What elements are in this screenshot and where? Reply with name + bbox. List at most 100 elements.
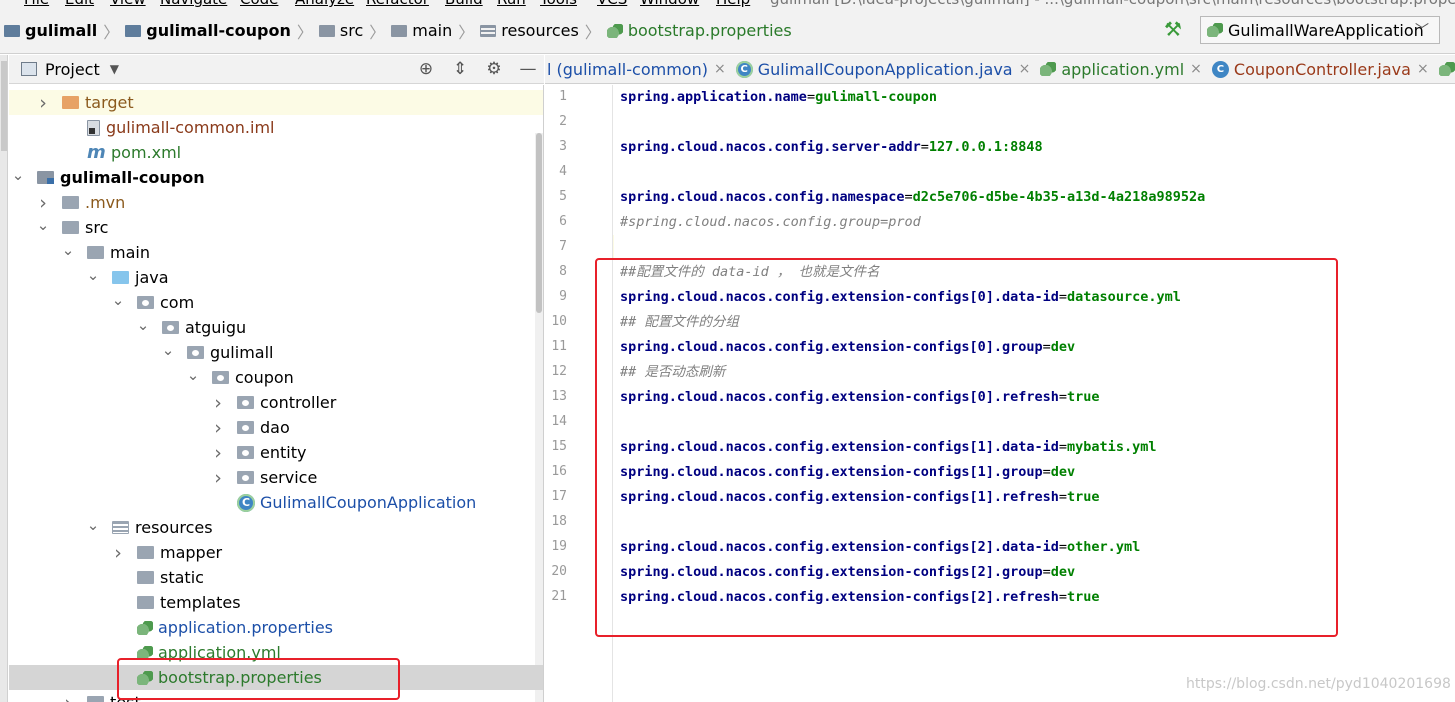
menu-item[interactable]: Refactor (366, 0, 429, 8)
tree-row[interactable]: ⌄ src (9, 215, 543, 240)
tree-row[interactable]: ⌄ gulimall-coupon (9, 165, 543, 190)
tree-row[interactable]: ⌄ gulimall (9, 340, 543, 365)
chevron-down-icon[interactable]: ⌄ (136, 316, 150, 334)
chevron-down-icon[interactable]: ⌄ (111, 291, 125, 309)
tree-row[interactable]: ⌄ java (9, 265, 543, 290)
chevron-right-icon[interactable]: › (211, 467, 225, 489)
breadcrumb-separator: 〉 (103, 22, 120, 42)
menu-item[interactable]: Help (716, 0, 750, 8)
code-line[interactable]: spring.application.name=gulimall-coupon (620, 85, 937, 110)
tree-row[interactable]: › service (9, 465, 543, 490)
left-tool-stripe[interactable] (0, 55, 8, 702)
line-number: 11 (551, 339, 567, 354)
line-number: 7 (559, 239, 567, 254)
dropdown-arrow-icon[interactable]: ▼ (110, 62, 119, 76)
menu-item[interactable]: Analyze (295, 0, 354, 8)
tree-row-label: application.properties (158, 618, 333, 637)
line-number: 4 (559, 164, 567, 179)
menu-item[interactable]: Tools (540, 0, 577, 8)
menu-item[interactable]: View (110, 0, 146, 8)
chevron-down-icon[interactable]: ⌄ (36, 216, 50, 234)
folder-icon (125, 24, 142, 37)
tree-row-label: templates (160, 593, 241, 612)
tree-row[interactable]: › mapper (9, 540, 543, 565)
line-number: 18 (551, 514, 567, 529)
tree-row[interactable]: › controller (9, 390, 543, 415)
close-icon[interactable]: × (714, 61, 726, 77)
menu-item[interactable]: Code (240, 0, 278, 8)
menu-item[interactable]: VCS (597, 0, 627, 8)
project-tool-window-button[interactable] (1, 61, 7, 151)
build-hammer-icon[interactable]: ⚒ (1164, 18, 1186, 40)
code-line[interactable]: spring.cloud.nacos.config.namespace=d2c5… (620, 185, 1205, 210)
tree-row[interactable]: ⌄ main (9, 240, 543, 265)
close-icon[interactable]: × (1190, 61, 1202, 77)
chevron-right-icon[interactable]: › (211, 442, 225, 464)
breadcrumb-item[interactable]: src (318, 21, 363, 40)
chevron-down-icon[interactable]: ⌄ (186, 366, 200, 384)
tree-row[interactable]: ›static (9, 565, 543, 590)
tree-row[interactable]: ⌄ coupon (9, 365, 543, 390)
menu-item[interactable]: Run (497, 0, 526, 8)
editor-tab[interactable]: C CouponController.java × (1210, 55, 1437, 83)
chevron-right-icon[interactable]: › (61, 692, 75, 702)
locate-icon[interactable]: ⊕ (416, 59, 436, 79)
editor-tab[interactable]: app (1437, 55, 1455, 83)
tree-row[interactable]: ›gulimall-common.iml (9, 115, 543, 140)
package-icon (187, 346, 204, 359)
run-configuration-select[interactable]: GulimallWareApplication ﹀ (1200, 16, 1440, 44)
menu-item[interactable]: Window (640, 0, 699, 8)
code-line[interactable]: spring.cloud.nacos.config.server-addr=12… (620, 135, 1043, 160)
editor-tab[interactable]: C GulimallCouponApplication.java × (734, 55, 1039, 83)
chevron-right-icon[interactable]: › (211, 417, 225, 439)
tree-row[interactable]: ⌄ atguigu (9, 315, 543, 340)
tree-row-label: static (160, 568, 204, 587)
close-icon[interactable]: × (1019, 61, 1031, 77)
tree-row[interactable]: › .mvn (9, 190, 543, 215)
menu-item[interactable]: Edit (65, 0, 94, 8)
chevron-down-icon[interactable]: ⌄ (86, 266, 100, 284)
folder-icon (87, 696, 104, 702)
tree-row[interactable]: › target (9, 90, 543, 115)
tree-row[interactable]: › entity (9, 440, 543, 465)
menu-item[interactable]: File (24, 0, 49, 8)
chevron-right-icon[interactable]: › (36, 192, 50, 214)
chevron-down-icon[interactable]: ⌄ (86, 516, 100, 534)
chevron-right-icon[interactable]: › (111, 542, 125, 564)
tree-row[interactable]: ⌄ resources (9, 515, 543, 540)
tree-row[interactable]: ›templates (9, 590, 543, 615)
breadcrumb-item[interactable]: gulimall-coupon (125, 21, 291, 40)
equals-sign: = (806, 89, 816, 105)
breadcrumb-label: gulimall (25, 21, 98, 40)
editor-tab[interactable]: application.yml × (1038, 55, 1210, 83)
tree-row[interactable]: ⌄ com (9, 290, 543, 315)
menu-item[interactable]: Navigate (160, 0, 227, 8)
editor-tab-label: application.yml (1061, 59, 1185, 79)
breadcrumb-item[interactable]: main (391, 21, 452, 40)
gear-icon[interactable]: ⚙ (484, 59, 504, 79)
chevron-down-icon[interactable]: ⌄ (11, 166, 25, 184)
close-icon[interactable]: × (1417, 61, 1429, 77)
tree-row[interactable]: ›CGulimallCouponApplication (9, 490, 543, 515)
chevron-right-icon[interactable]: › (36, 92, 50, 114)
chevron-right-icon[interactable]: › (211, 392, 225, 414)
breadcrumb-item[interactable]: bootstrap.properties (606, 21, 792, 40)
menu-item[interactable]: Build (445, 0, 483, 8)
editor-tab[interactable]: l (gulimall-common) × (545, 55, 734, 83)
line-number: 17 (551, 489, 567, 504)
collapse-all-icon[interactable]: ⇕ (450, 59, 470, 79)
maven-icon: m (87, 142, 106, 163)
tree-row[interactable]: ›mpom.xml (9, 140, 543, 165)
run-configuration-label: GulimallWareApplication (1228, 20, 1424, 40)
tree-row[interactable]: › dao (9, 415, 543, 440)
breadcrumb-item[interactable]: gulimall (4, 21, 97, 40)
package-icon (137, 296, 154, 309)
code-line[interactable]: #spring.cloud.nacos.config.group=prod (620, 210, 921, 235)
breadcrumb-item[interactable]: resources (480, 21, 579, 40)
chevron-down-icon[interactable]: ⌄ (161, 341, 175, 359)
tree-row[interactable]: ›application.properties (9, 615, 543, 640)
editor-tab-label: GulimallCouponApplication.java (757, 59, 1013, 79)
project-panel-title[interactable]: Project (45, 60, 100, 79)
chevron-down-icon[interactable]: ⌄ (61, 241, 75, 259)
hide-icon[interactable]: — (518, 59, 538, 79)
